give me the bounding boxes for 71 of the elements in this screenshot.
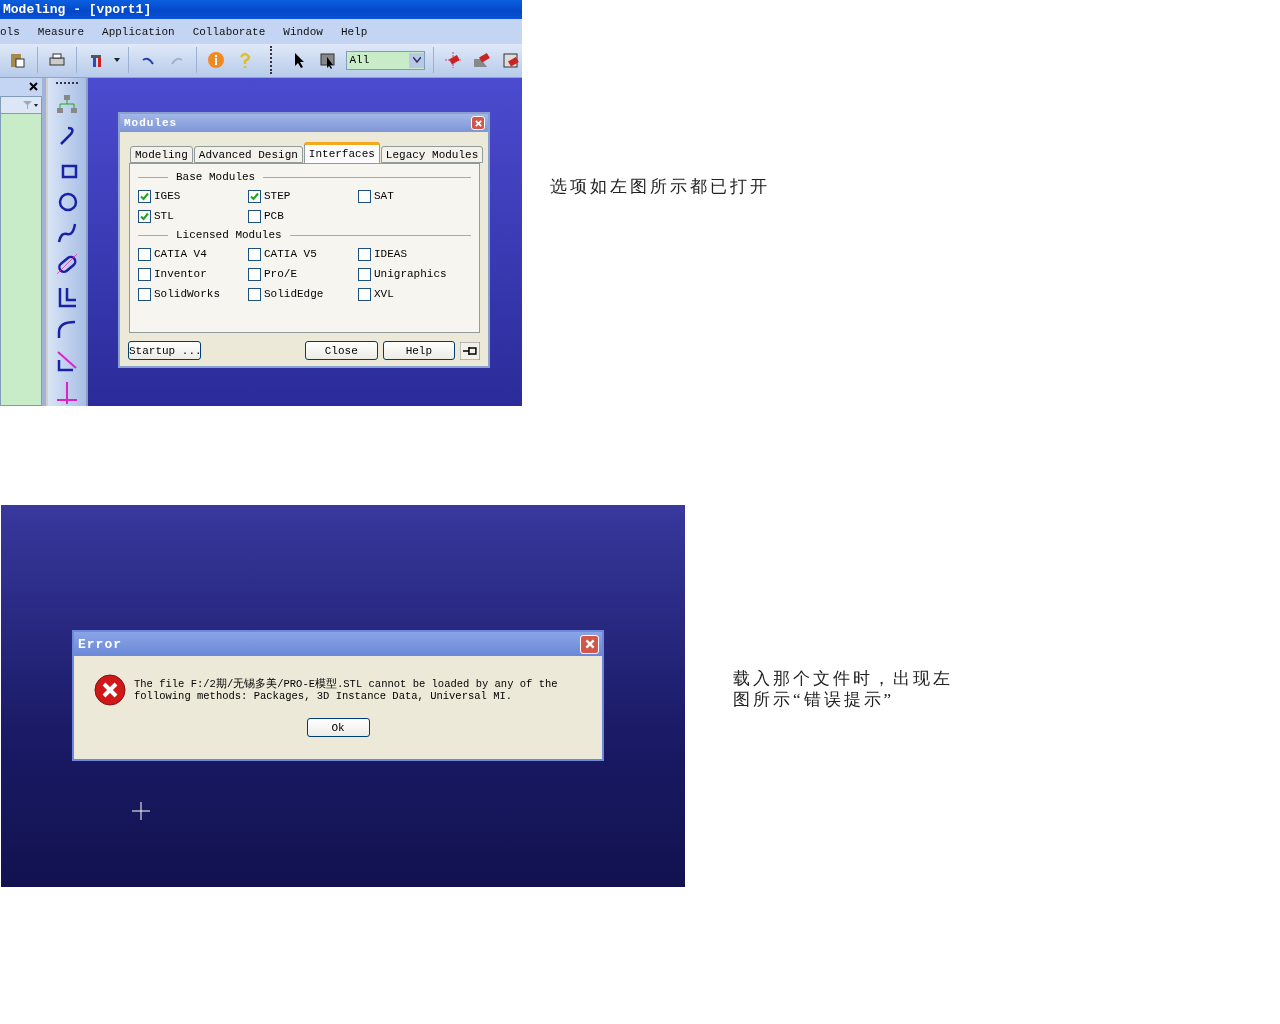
checkbox[interactable] xyxy=(248,189,261,203)
pin-icon[interactable] xyxy=(460,341,480,360)
checkbox[interactable] xyxy=(138,247,151,261)
group-title: Licensed Modules xyxy=(176,229,282,241)
checkbox-label: SolidWorks xyxy=(154,288,220,300)
checkbox-label: XVL xyxy=(374,288,394,300)
error-icon xyxy=(94,674,126,706)
checkbox-label: Pro/E xyxy=(264,268,297,280)
clipboard-icon xyxy=(8,51,27,70)
filter-icon[interactable] xyxy=(22,100,38,110)
menu-item[interactable]: Help xyxy=(340,25,368,38)
tab[interactable]: Modeling xyxy=(130,146,193,163)
select-filter-icon xyxy=(319,51,338,70)
checkbox[interactable] xyxy=(248,247,261,261)
menu-item[interactable]: Window xyxy=(283,25,323,38)
checkbox-label: CATIA V5 xyxy=(264,248,317,260)
error-message: The file F:/2期/无锡多美/PRO-E模型.STL cannot be loaded by any of the following methods: Packages, 3D Instance Data, Universal MI. xyxy=(134,678,559,702)
dialog-title: Modules xyxy=(124,117,178,129)
checkbox[interactable] xyxy=(358,247,371,261)
checkbox[interactable] xyxy=(248,267,261,281)
info-icon xyxy=(207,51,226,70)
crosshair-cursor-icon xyxy=(132,802,150,820)
undo-icon xyxy=(141,55,154,65)
annotation-text: 载入那个文件时，出现左图所示“错误提示” xyxy=(733,668,954,710)
close-button[interactable] xyxy=(580,634,599,654)
checkbox-label: PCB xyxy=(264,210,284,222)
checkbox[interactable] xyxy=(358,267,371,281)
menu-item[interactable]: Collaborate xyxy=(192,25,266,38)
caret-icon[interactable] xyxy=(113,58,120,63)
startup-button[interactable]: Startup ... xyxy=(128,341,201,360)
checkbox-label: STL xyxy=(154,210,174,222)
tab[interactable]: Interfaces xyxy=(303,142,380,163)
checkbox-label: STEP xyxy=(264,190,291,202)
group-title: Base Modules xyxy=(176,171,256,183)
checkbox-label: CATIA V4 xyxy=(154,248,207,260)
close-button[interactable]: Close xyxy=(305,341,378,360)
help-button[interactable]: Help xyxy=(382,341,456,360)
cross-icon[interactable] xyxy=(55,380,79,406)
checkbox-label: SolidEdge xyxy=(264,288,324,300)
close-button[interactable] xyxy=(471,116,485,130)
menu-item[interactable]: Measure xyxy=(37,25,85,38)
checkbox[interactable] xyxy=(138,267,151,281)
checkbox-label: SAT xyxy=(374,190,394,202)
checkbox[interactable] xyxy=(138,189,151,203)
window-title: Modeling - [vport1] xyxy=(3,2,152,18)
checkbox-label: Unigraphics xyxy=(374,268,447,280)
checkbox[interactable] xyxy=(248,287,261,301)
dropdown-value: All xyxy=(348,54,370,67)
close-icon xyxy=(473,118,483,128)
eraser-icon xyxy=(472,51,491,70)
checkbox[interactable] xyxy=(138,209,151,223)
trim-icon[interactable] xyxy=(55,348,79,374)
checkbox[interactable] xyxy=(138,287,151,301)
ok-button[interactable]: Ok xyxy=(306,718,370,737)
checkbox[interactable] xyxy=(358,287,371,301)
redo-icon xyxy=(170,55,183,65)
close-icon xyxy=(583,638,596,650)
checkbox[interactable] xyxy=(358,189,371,203)
snap-icon xyxy=(444,51,463,70)
tab[interactable]: Legacy Modules xyxy=(380,146,484,163)
dialog-title: Error xyxy=(78,636,122,652)
tab[interactable]: Advanced Design xyxy=(193,146,303,163)
checkbox-label: IDEAS xyxy=(374,248,407,260)
annotation-text: 选项如左图所示都已打开 xyxy=(550,176,771,197)
menu-item[interactable]: ols xyxy=(0,25,20,38)
checkbox-label: IGES xyxy=(154,190,181,202)
checkbox[interactable] xyxy=(248,209,261,223)
menu-item[interactable]: Application xyxy=(102,25,175,38)
checkbox-label: Inventor xyxy=(154,268,207,280)
box-icon xyxy=(501,51,520,70)
filter-dropdown[interactable]: All xyxy=(345,50,425,70)
